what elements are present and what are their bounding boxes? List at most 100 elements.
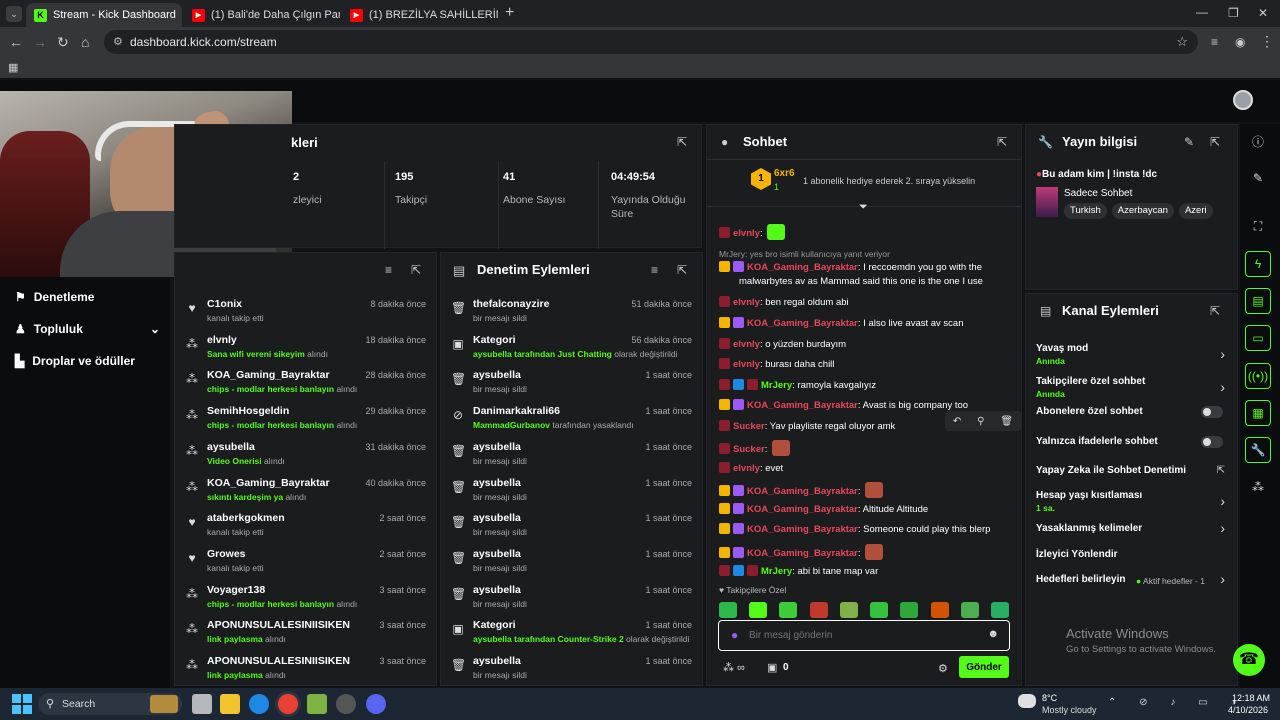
pencil-icon[interactable]: ✎: [1245, 165, 1271, 191]
row-username[interactable]: Kategori: [473, 334, 516, 346]
category-name[interactable]: Sadece Sohbet: [1064, 188, 1132, 199]
gift-icon[interactable]: ▣: [767, 661, 777, 674]
trash-icon[interactable]: 🗑: [1000, 416, 1013, 427]
row-actor[interactable]: aysubella: [473, 349, 512, 359]
discord-icon[interactable]: [366, 694, 386, 714]
emote-icon[interactable]: [719, 602, 737, 618]
row-username[interactable]: aysubella: [207, 441, 255, 453]
popout-icon[interactable]: ⇱: [411, 263, 421, 277]
channel-action-item[interactable]: Hesap yaşı kısıtlaması 1 sa.: [1036, 490, 1226, 513]
back-icon[interactable]: ←: [9, 35, 23, 49]
channel-action-item[interactable]: Abonelere özel sohbet: [1036, 406, 1226, 417]
bookmark-star-icon[interactable]: ☆: [1176, 34, 1188, 50]
row-username[interactable]: thefalconayzire: [473, 298, 549, 310]
emote-icon[interactable]: [779, 602, 798, 618]
emote-icon[interactable]: [749, 602, 768, 618]
external-link-icon[interactable]: ⇱: [1217, 465, 1225, 476]
popout-icon[interactable]: ⇱: [1210, 304, 1220, 318]
chat-settings-icon[interactable]: ⚙: [938, 662, 948, 675]
row-username[interactable]: aysubella: [473, 548, 521, 560]
row-username[interactable]: Danimarkakrali66: [473, 405, 560, 417]
windows-start-icon[interactable]: [12, 694, 32, 714]
reading-list-icon[interactable]: ≡: [1211, 35, 1218, 49]
row-username[interactable]: APONUNSULALESINIISIKEN: [207, 619, 350, 631]
sidebar-item-denetleme[interactable]: ⚑ Denetleme: [15, 290, 94, 304]
tab-kick-dashboard[interactable]: K Stream - Kick Dashboard ✕: [26, 3, 182, 27]
chat-username[interactable]: KOA_Gaming_Bayraktar: [747, 504, 858, 515]
chat-username[interactable]: elvnly: [733, 228, 760, 239]
channel-action-item[interactable]: Yalnızca ifadelerle sohbet: [1036, 436, 1226, 447]
chat-username[interactable]: KOA_Gaming_Bayraktar: [747, 486, 858, 497]
chevron-right-icon[interactable]: ›: [1220, 379, 1225, 395]
chat-username[interactable]: KOA_Gaming_Bayraktar: [747, 318, 858, 329]
emote-icon[interactable]: [960, 602, 979, 618]
popout-icon[interactable]: ⇱: [1210, 135, 1220, 149]
row-username[interactable]: APONUNSULALESINIISIKEN: [207, 655, 350, 667]
row-username[interactable]: KOA_Gaming_Bayraktar: [207, 369, 330, 381]
site-info-icon[interactable]: ⚙: [113, 35, 123, 48]
filter-icon[interactable]: ≡: [651, 263, 658, 277]
emote-icon[interactable]: [990, 602, 1009, 618]
tab-youtube-2[interactable]: ▶ (1) BREZİLYA SAHİLLERİNDE Şİ ✕: [342, 3, 498, 27]
reload-icon[interactable]: ↻: [57, 35, 69, 49]
row-username[interactable]: SemihHosgeldin: [207, 405, 289, 417]
wrench-icon[interactable]: 🔧: [1245, 437, 1271, 463]
task-view-icon[interactable]: [192, 694, 212, 714]
chat-username[interactable]: elvnly: [733, 463, 760, 474]
popout-icon[interactable]: ⇱: [677, 263, 687, 277]
emote-icon[interactable]: [839, 602, 858, 618]
profile-icon[interactable]: ◉: [1235, 35, 1245, 49]
row-actor[interactable]: aysubella: [473, 634, 512, 644]
menu-icon[interactable]: ⋮: [1260, 34, 1274, 48]
emote-icon[interactable]: [809, 602, 828, 618]
taskbar-search-box[interactable]: ⚲ Search: [38, 693, 182, 715]
toggle-switch[interactable]: [1201, 406, 1223, 418]
home-icon[interactable]: ⌂: [81, 35, 89, 49]
channel-action-item[interactable]: Yavaş mod Anında: [1036, 343, 1226, 366]
broadcast-icon[interactable]: ((•)): [1245, 363, 1271, 389]
system-tray-icons[interactable]: ⌃ ⊘ ♪ ▭ ◑: [1108, 697, 1246, 708]
obs-icon[interactable]: [336, 694, 356, 714]
row-username[interactable]: elvnly: [207, 334, 237, 346]
chat-username[interactable]: KOA_Gaming_Bayraktar: [747, 262, 858, 273]
info-icon[interactable]: ⓘ: [1245, 128, 1271, 154]
chevron-right-icon[interactable]: ›: [1220, 571, 1225, 587]
toggle-switch[interactable]: [1201, 436, 1223, 448]
new-tab-icon[interactable]: +: [505, 5, 514, 21]
app-icon[interactable]: [307, 694, 327, 714]
popout-icon[interactable]: ⇱: [677, 135, 687, 149]
chevron-right-icon[interactable]: ›: [1220, 520, 1225, 536]
chat-input-box[interactable]: ● ☻: [718, 620, 1010, 651]
tab-youtube-1[interactable]: ▶ (1) Bali'de Daha Çılgın Parti Gö ✕: [184, 3, 340, 27]
row-username[interactable]: aysubella: [473, 477, 521, 489]
chat-username[interactable]: KOA_Gaming_Bayraktar: [747, 524, 858, 535]
avatar[interactable]: [1233, 90, 1253, 110]
chevron-right-icon[interactable]: ›: [1220, 493, 1225, 509]
chat-message-input[interactable]: [749, 627, 979, 643]
row-actor[interactable]: MammadGurbanov: [473, 420, 550, 430]
row-username[interactable]: aysubella: [473, 584, 521, 596]
send-button[interactable]: Gönder: [959, 656, 1009, 678]
file-explorer-icon[interactable]: [220, 694, 240, 714]
row-username[interactable]: aysubella: [473, 369, 521, 381]
chat-username[interactable]: elvnly: [733, 297, 760, 308]
sidebar-item-topluluk[interactable]: ♟ Topluluk ⌄: [15, 322, 160, 336]
edge-icon[interactable]: [249, 694, 269, 714]
help-chat-icon[interactable]: ☎: [1233, 644, 1265, 676]
tag-chip[interactable]: Turkish: [1064, 203, 1107, 219]
chat-username[interactable]: elvnly: [733, 339, 760, 350]
filter-icon[interactable]: ≡: [385, 263, 392, 277]
fullscreen-icon[interactable]: ⛶: [1245, 213, 1271, 239]
row-username[interactable]: aysubella: [473, 655, 521, 667]
close-window-icon[interactable]: ✕: [1258, 6, 1268, 20]
document-icon[interactable]: ▤: [1245, 288, 1271, 314]
minimize-icon[interactable]: —: [1196, 5, 1208, 19]
kick-users-icon[interactable]: ⁂: [1245, 474, 1271, 500]
chat-username[interactable]: KOA_Gaming_Bayraktar: [747, 400, 858, 411]
stack-icon[interactable]: ▦: [1245, 400, 1271, 426]
reply-icon[interactable]: ↶: [953, 416, 961, 427]
channel-action-item[interactable]: İzleyici Yönlendir: [1036, 549, 1226, 560]
pin-icon[interactable]: ⚲: [977, 416, 984, 427]
emote-icon[interactable]: [900, 602, 919, 618]
channel-action-item[interactable]: Yasaklanmış kelimeler: [1036, 523, 1226, 534]
